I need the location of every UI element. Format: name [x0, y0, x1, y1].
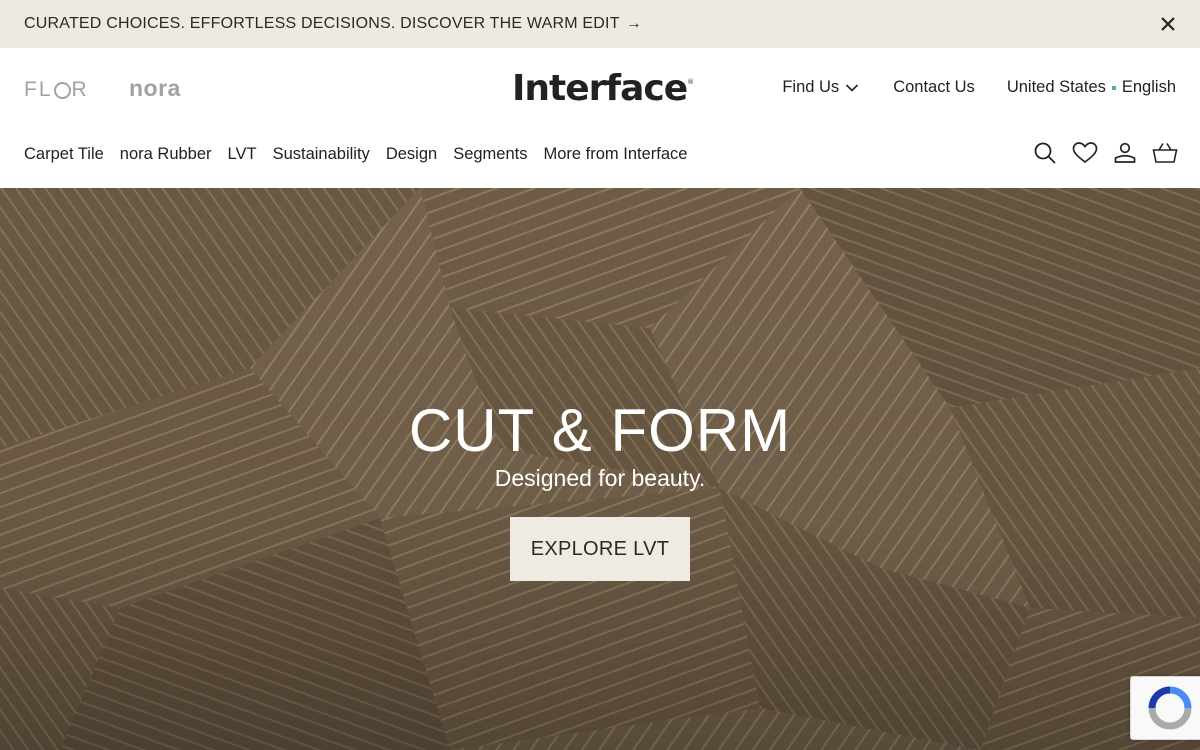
language-label: English [1121, 78, 1176, 96]
registered-mark: ® [687, 78, 694, 86]
flor-brand-link[interactable]: FL R [24, 78, 89, 102]
nav-item-design[interactable]: Design [386, 145, 437, 164]
nav-item-segments[interactable]: Segments [453, 145, 527, 164]
hero-content: CUT & FORM Designed for beauty. EXPLORE … [0, 398, 1200, 581]
utility-nav: Find Us Contact Us United States English [782, 78, 1176, 97]
nav-item-more-from-interface[interactable]: More from Interface [543, 145, 687, 164]
announcement-bar: CURATED CHOICES. EFFORTLESS DECISIONS. D… [0, 0, 1200, 48]
announcement-link[interactable]: CURATED CHOICES. EFFORTLESS DECISIONS. D… [24, 15, 642, 33]
recaptcha-badge[interactable] [1130, 676, 1200, 740]
flor-brand-prefix: FL [24, 78, 53, 101]
header-nav: Carpet Tile nora Rubber LVT Sustainabili… [0, 128, 1200, 188]
contact-us-link[interactable]: Contact Us [893, 78, 975, 97]
arrow-right-icon: → [625, 15, 642, 32]
close-icon[interactable] [1156, 12, 1180, 36]
explore-lvt-button[interactable]: EXPLORE LVT [509, 517, 691, 581]
interface-logo[interactable]: Interface® [512, 68, 694, 109]
nav-item-nora-rubber[interactable]: nora Rubber [120, 145, 212, 164]
heart-icon[interactable] [1072, 140, 1098, 166]
region-language-selector[interactable]: United States English [1007, 78, 1176, 97]
flor-brand-suffix: R [71, 78, 89, 101]
logo-text: Interface [512, 68, 688, 109]
nav-item-sustainability[interactable]: Sustainability [273, 145, 370, 164]
announcement-text: CURATED CHOICES. EFFORTLESS DECISIONS. D… [24, 15, 620, 32]
main-nav: Carpet Tile nora Rubber LVT Sustainabili… [24, 145, 703, 164]
find-us-label: Find Us [782, 78, 840, 96]
hero-subtitle: Designed for beauty. [494, 465, 706, 491]
chevron-down-icon [845, 83, 859, 93]
recaptcha-icon [1148, 686, 1192, 730]
hero-title: CUT & FORM [408, 397, 792, 464]
hero-banner: CUT & FORM Designed for beauty. EXPLORE … [0, 188, 1200, 750]
basket-icon[interactable] [1152, 140, 1178, 166]
find-us-dropdown[interactable]: Find Us [782, 78, 859, 97]
region-label: United States [1006, 78, 1106, 96]
separator-dot [1111, 85, 1116, 90]
nav-item-carpet-tile[interactable]: Carpet Tile [24, 145, 104, 164]
header-icons [1032, 140, 1178, 166]
nora-brand-link[interactable]: nora [129, 75, 181, 102]
flor-o-mark [53, 81, 71, 99]
nav-item-lvt[interactable]: LVT [228, 145, 257, 164]
search-icon[interactable] [1032, 140, 1058, 166]
header-top: FL R nora Interface® Find Us Contact Us U… [0, 48, 1200, 128]
account-icon[interactable] [1112, 140, 1138, 166]
